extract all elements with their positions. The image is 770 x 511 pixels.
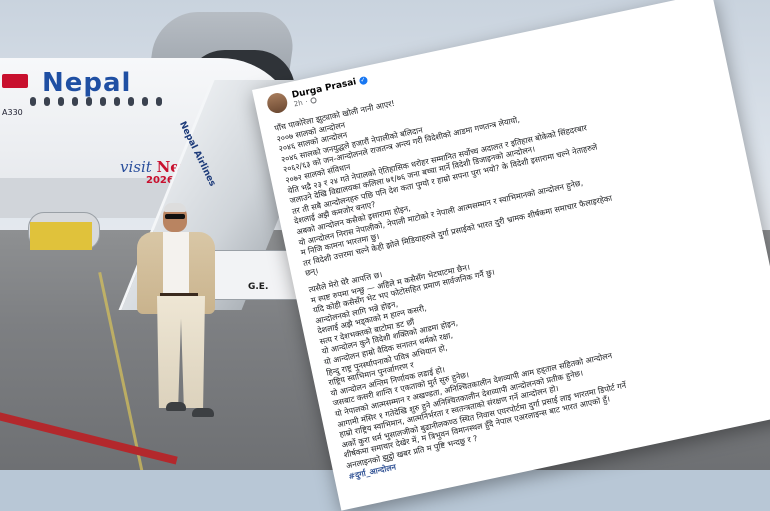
ground-cart (30, 222, 92, 250)
vehicle-label: G.E. (248, 282, 269, 292)
airline-name: Nepal (42, 68, 132, 98)
visit-text: visit (120, 158, 152, 176)
facebook-post-screenshot: Durga Prasai ✓ 2h · पाँच पाकोरेला झुट्या… (252, 0, 770, 511)
person-shoe-right (192, 408, 214, 417)
author-block: Durga Prasai ✓ 2h · (291, 75, 370, 109)
person-shoe-left (166, 402, 186, 411)
post-time[interactable]: 2h (293, 99, 303, 109)
person-hair (164, 203, 186, 212)
post-body: पाँच पाकोरेला झुट्याको खोली नानी आएर! २०… (274, 32, 770, 483)
globe-icon (310, 96, 318, 104)
aircraft-model: A330 (2, 108, 23, 117)
aircraft-windows (30, 97, 162, 106)
author-avatar[interactable] (265, 91, 290, 115)
person-shirt (163, 232, 189, 296)
person-sunglasses (165, 214, 185, 219)
airline-flag-logo (2, 74, 28, 88)
